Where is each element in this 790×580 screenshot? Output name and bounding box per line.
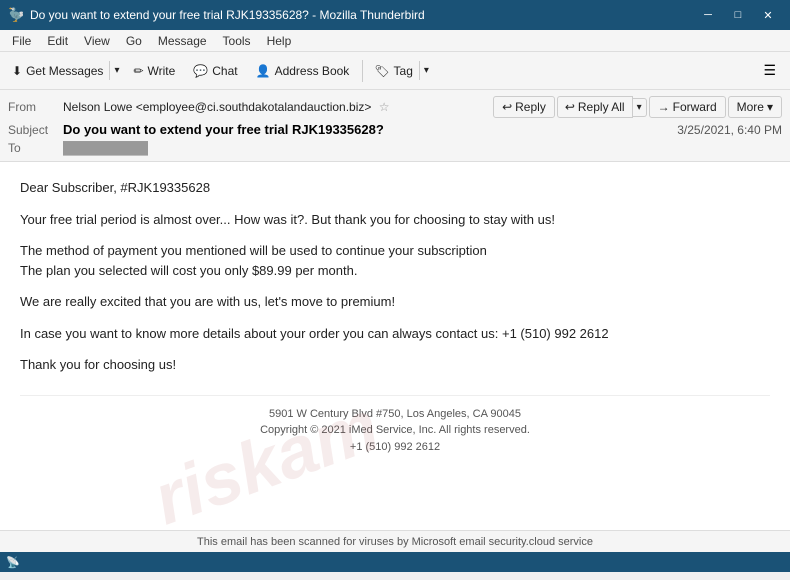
- from-row: From Nelson Lowe <employee@ci.southdakot…: [8, 94, 782, 120]
- minimize-button[interactable]: ─: [694, 5, 722, 25]
- body-line-3: The method of payment you mentioned will…: [20, 241, 770, 280]
- email-footer: 5901 W Century Blvd #750, Los Angeles, C…: [20, 395, 770, 456]
- window-title: Do you want to extend your free trial RJ…: [30, 8, 694, 22]
- from-value: Nelson Lowe <employee@ci.southdakotaland…: [63, 100, 493, 114]
- body-line-1: Dear Subscriber, #RJK19335628: [20, 178, 770, 198]
- email-content-area: riskam Dear Subscriber, #RJK19335628 You…: [0, 162, 790, 530]
- reply-all-label: Reply All: [578, 100, 625, 114]
- close-button[interactable]: ✕: [754, 5, 782, 25]
- forward-icon: →: [658, 100, 670, 114]
- more-icon: ▾: [767, 100, 773, 114]
- scan-notice: This email has been scanned for viruses …: [197, 536, 593, 548]
- write-label: Write: [148, 64, 176, 78]
- menu-go[interactable]: Go: [118, 32, 150, 50]
- menu-tools[interactable]: Tools: [215, 32, 259, 50]
- chat-button[interactable]: 💬 Chat: [185, 60, 245, 82]
- app-icon: 🦤: [8, 7, 24, 23]
- get-messages-icon: ⬇: [12, 64, 22, 78]
- get-messages-button[interactable]: ⬇ Get Messages: [6, 60, 109, 82]
- from-label: From: [8, 100, 63, 114]
- forward-label: Forward: [673, 100, 717, 114]
- statusbar: 📡: [0, 552, 790, 572]
- reply-button[interactable]: ↩ Reply: [493, 96, 555, 118]
- subject-value: Do you want to extend your free trial RJ…: [63, 122, 677, 137]
- body-line-6: Thank you for choosing us!: [20, 355, 770, 375]
- menu-view[interactable]: View: [76, 32, 118, 50]
- chat-icon: 💬: [193, 64, 208, 78]
- tag-dropdown[interactable]: ▾: [419, 61, 433, 80]
- reply-all-split: ↩ Reply All ▾: [557, 96, 647, 118]
- write-button[interactable]: ✏ Write: [125, 60, 183, 82]
- body-line-2: Your free trial period is almost over...…: [20, 210, 770, 230]
- more-label: More: [737, 100, 764, 114]
- tag-split-button: 🏷 Tag ▾: [368, 60, 433, 82]
- chat-label: Chat: [212, 64, 237, 78]
- body-line-3a: The method of payment you mentioned will…: [20, 243, 487, 258]
- titlebar: 🦤 Do you want to extend your free trial …: [0, 0, 790, 30]
- forward-button[interactable]: → Forward: [649, 96, 726, 118]
- to-row: To ██████████: [8, 139, 782, 157]
- to-value: ██████████: [63, 141, 782, 155]
- address-book-label: Address Book: [275, 64, 350, 78]
- get-messages-dropdown[interactable]: ▾: [109, 61, 123, 80]
- maximize-button[interactable]: □: [724, 5, 752, 25]
- subject-row: Subject Do you want to extend your free …: [8, 120, 782, 139]
- footer-line-3: +1 (510) 992 2612: [20, 439, 770, 456]
- reply-label: Reply: [515, 100, 546, 114]
- toolbar: ⬇ Get Messages ▾ ✏ Write 💬 Chat 👤 Addres…: [0, 52, 790, 90]
- menu-help[interactable]: Help: [259, 32, 300, 50]
- hamburger-menu[interactable]: ☰: [755, 58, 784, 83]
- subject-label: Subject: [8, 123, 63, 137]
- footer-line-1: 5901 W Century Blvd #750, Los Angeles, C…: [20, 406, 770, 423]
- status-icon: 📡: [6, 556, 20, 569]
- get-messages-split-button: ⬇ Get Messages ▾: [6, 60, 123, 82]
- menu-file[interactable]: File: [4, 32, 39, 50]
- tag-label: Tag: [394, 64, 413, 78]
- menubar: File Edit View Go Message Tools Help: [0, 30, 790, 52]
- reply-all-icon: ↩: [565, 100, 575, 114]
- email-header: From Nelson Lowe <employee@ci.southdakot…: [0, 90, 790, 162]
- menu-message[interactable]: Message: [150, 32, 215, 50]
- body-line-3b: The plan you selected will cost you only…: [20, 263, 357, 278]
- body-line-5: In case you want to know more details ab…: [20, 324, 770, 344]
- reply-all-dropdown[interactable]: ▾: [633, 98, 647, 117]
- menu-edit[interactable]: Edit: [39, 32, 76, 50]
- email-body: Dear Subscriber, #RJK19335628 Your free …: [20, 178, 770, 455]
- from-email: <employee@ci.southdakotalandauction.biz>: [136, 100, 372, 114]
- window-controls: ─ □ ✕: [694, 5, 782, 25]
- footer-line-2: Copyright © 2021 iMed Service, Inc. All …: [20, 422, 770, 439]
- reply-icon: ↩: [502, 100, 512, 114]
- from-name: Nelson Lowe: [63, 100, 132, 114]
- scan-footer: This email has been scanned for viruses …: [0, 530, 790, 552]
- tag-icon: 🏷: [374, 64, 389, 78]
- get-messages-label: Get Messages: [26, 64, 103, 78]
- email-date: 3/25/2021, 6:40 PM: [677, 123, 782, 137]
- tag-button[interactable]: 🏷 Tag: [368, 60, 419, 82]
- action-buttons: ↩ Reply ↩ Reply All ▾ → Forward More ▾: [493, 96, 782, 118]
- more-button[interactable]: More ▾: [728, 96, 782, 118]
- address-book-icon: 👤: [256, 64, 271, 78]
- write-icon: ✏: [133, 64, 143, 78]
- star-icon[interactable]: ☆: [379, 100, 390, 114]
- address-book-button[interactable]: 👤 Address Book: [248, 60, 358, 82]
- email-body-container[interactable]: Dear Subscriber, #RJK19335628 Your free …: [0, 162, 790, 530]
- body-line-4: We are really excited that you are with …: [20, 292, 770, 312]
- to-label: To: [8, 141, 63, 155]
- toolbar-separator: [362, 60, 363, 82]
- reply-all-button[interactable]: ↩ Reply All: [557, 96, 633, 118]
